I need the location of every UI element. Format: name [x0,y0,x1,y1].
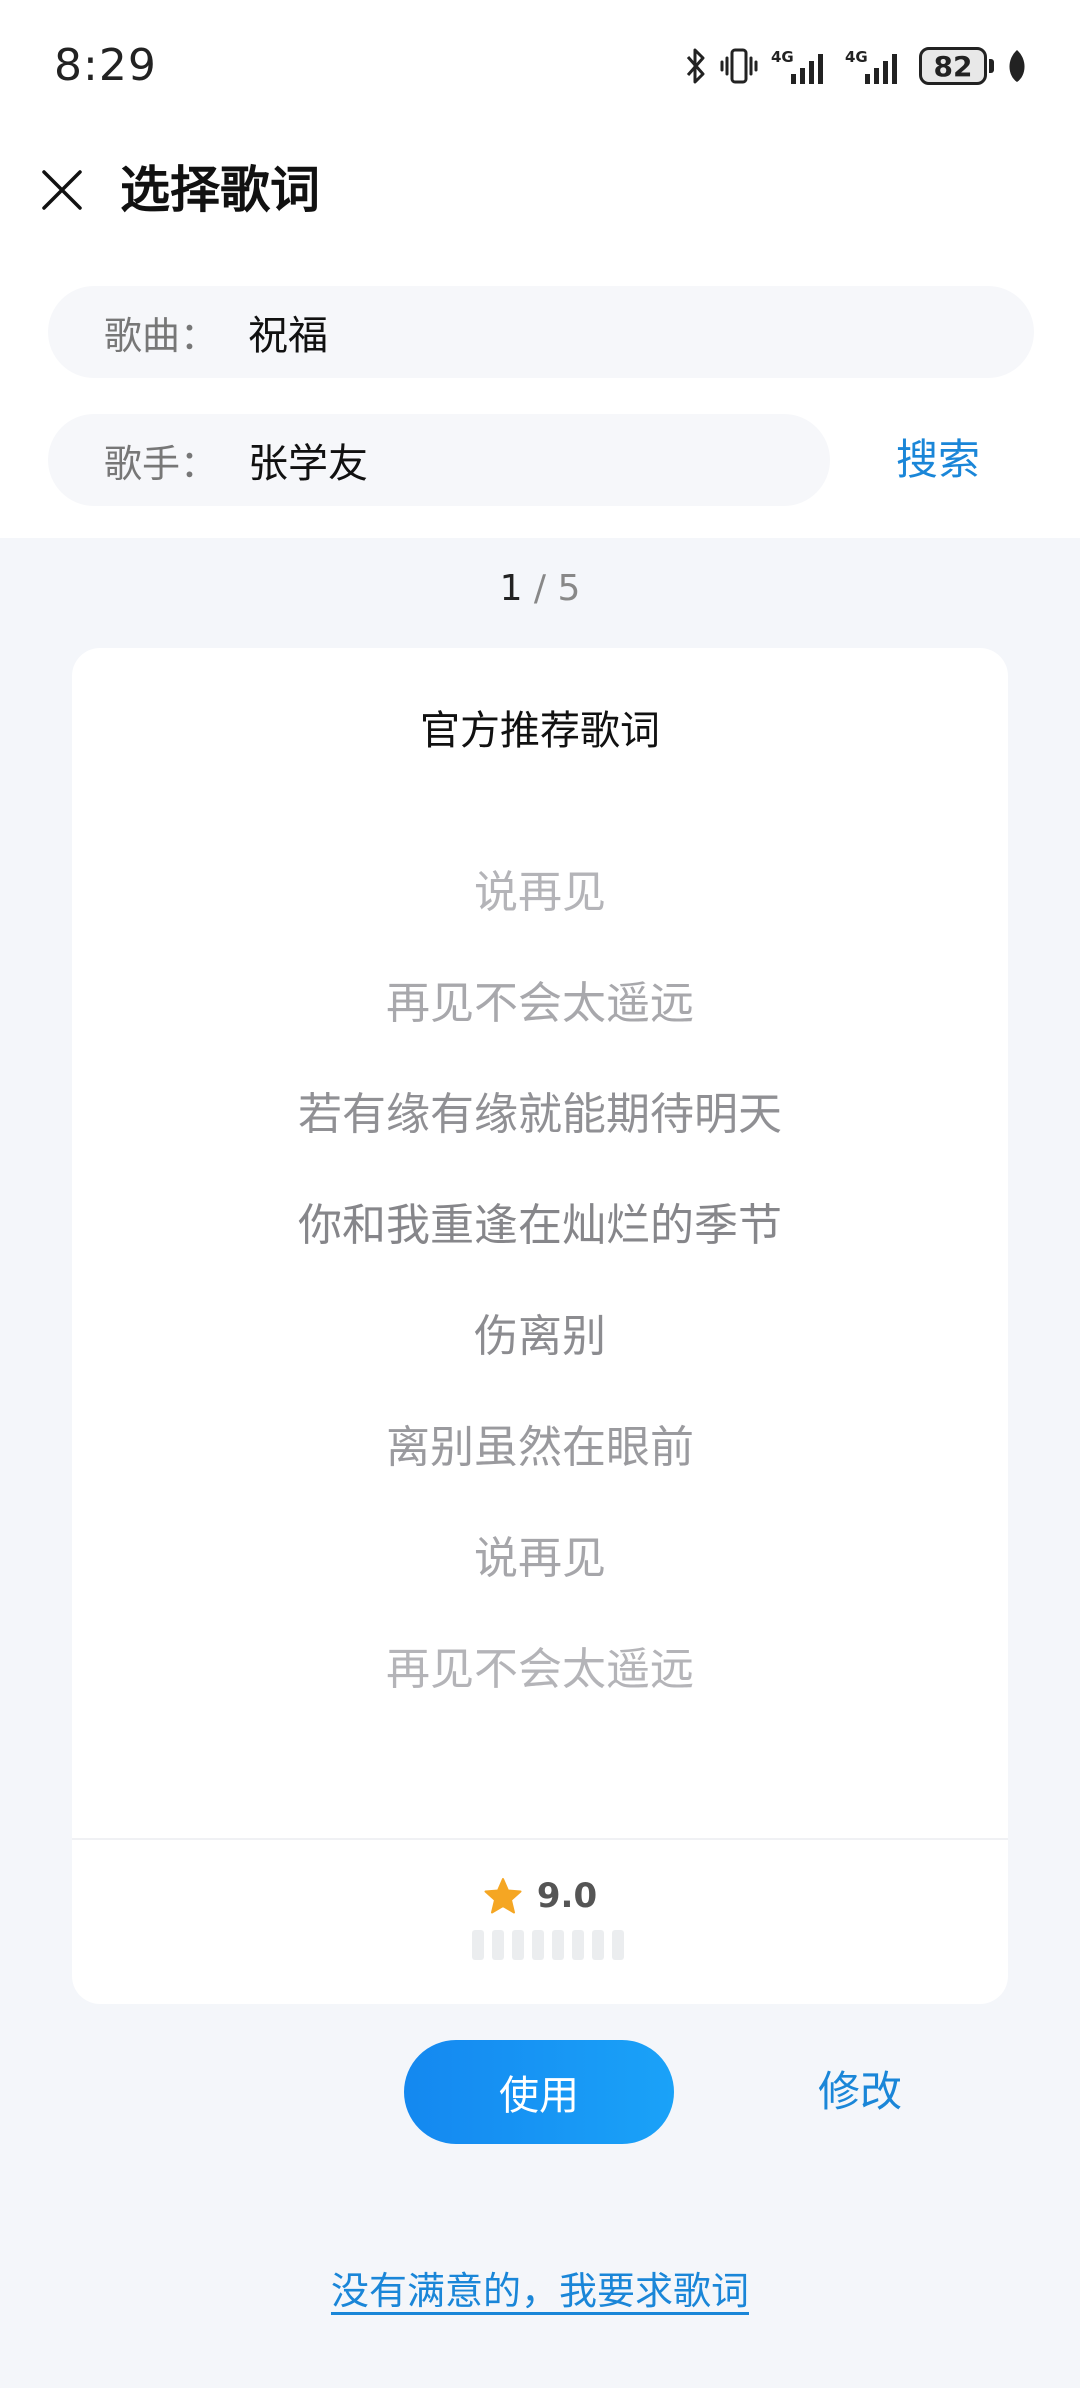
close-button[interactable] [30,158,94,222]
page-title: 选择歌词 [120,161,320,219]
lyric-line: 你和我重逢在灿烂的季节 [298,1200,782,1251]
artist-input[interactable]: 张学友 [248,431,368,489]
bluetooth-icon [686,48,705,84]
lyrics-card[interactable]: 官方推荐歌词 说再见 再见不会太遥远 若有缘有缘就能期待明天 你和我重逢在灿烂的… [72,648,1008,2004]
page-current: 1 [499,568,523,609]
search-button[interactable]: 搜索 [896,430,980,490]
signal-4g-icon: 4G [771,48,823,84]
card-title: 官方推荐歌词 [420,708,660,754]
lyric-line: 说再见 [474,867,606,918]
status-bar: 8:29 4G 4G 82 [0,0,1080,130]
request-lyrics-label: 没有满意的，我要求歌词 [330,2269,749,2313]
lyric-line: 再见不会太遥远 [386,978,694,1029]
song-label: 歌曲： [104,313,219,358]
lyric-line: 离别虽然在眼前 [386,1422,694,1473]
rating: 9.0 [72,1876,1008,1916]
artist-field[interactable]: 歌手： 张学友 [48,414,830,506]
card-divider [72,1838,1008,1840]
page-separator: / [522,568,558,609]
signal-4g-icon: 4G [845,48,897,84]
status-icons: 4G 4G 82 [685,44,1028,88]
leaf-icon [1009,50,1025,82]
star-icon [484,1878,522,1914]
song-field[interactable]: 歌曲： 祝福 [48,286,1034,378]
select-lyrics-screen: 8:29 4G 4G 82 选择歌词 歌曲： 祝福 歌手： 张学友 搜索 1 /… [0,0,1080,2388]
edit-button[interactable]: 修改 [818,2062,902,2122]
network-label: 4G [771,48,794,66]
lyric-line: 再见不会太遥远 [386,1644,694,1695]
battery-level: 82 [919,47,987,85]
rating-value: 9.0 [536,1876,598,1916]
use-button[interactable]: 使用 [404,2040,674,2144]
lyric-line: 说再见 [474,1533,606,1584]
vibrate-icon [720,48,758,84]
battery-cap [989,59,994,73]
header: 选择歌词 [0,140,1080,240]
battery-icon: 82 [919,47,994,85]
lyric-line: 若有缘有缘就能期待明天 [298,1089,782,1140]
rating-detail-placeholder [472,1930,642,1960]
close-icon [42,170,82,210]
song-input[interactable]: 祝福 [248,303,328,361]
page-total: 5 [557,568,581,609]
artist-label: 歌手： [104,441,219,486]
request-lyrics-link[interactable]: 没有满意的，我要求歌词 [0,2260,1080,2315]
lyrics-list: 说再见 再见不会太遥远 若有缘有缘就能期待明天 你和我重逢在灿烂的季节 伤离别 … [72,858,1008,1746]
page-indicator: 1 / 5 [0,568,1080,609]
network-label: 4G [845,48,868,66]
status-time: 8:29 [54,40,157,91]
lyric-line: 伤离别 [474,1311,606,1362]
